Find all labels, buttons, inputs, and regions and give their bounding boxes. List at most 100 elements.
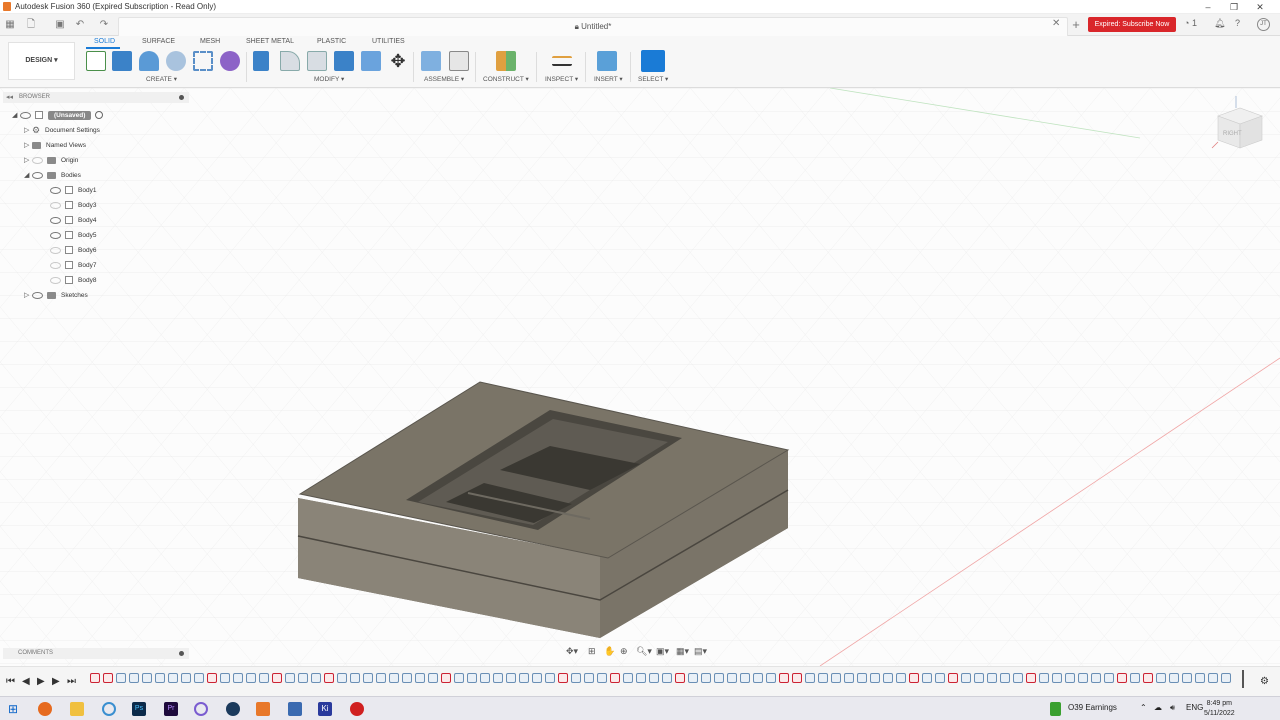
notifications-bell-icon[interactable]: 🔔︎ <box>1214 18 1225 29</box>
timeline-feature-icon[interactable] <box>259 673 269 683</box>
firefox-icon[interactable] <box>38 702 52 716</box>
timeline-marker[interactable] <box>1242 670 1244 688</box>
timeline-feature-icon[interactable] <box>324 673 334 683</box>
browser-item-sketches[interactable]: ▷ Sketches <box>24 288 88 302</box>
timeline-feature-icon[interactable] <box>909 673 919 683</box>
select-menu[interactable]: SELECT ▾ <box>638 75 668 83</box>
create-sketch-icon[interactable] <box>86 51 106 71</box>
timeline-feature-icon[interactable] <box>558 673 568 683</box>
app-grid-icon[interactable]: ▦ <box>3 18 17 32</box>
timeline-feature-icon[interactable] <box>701 673 711 683</box>
timeline-feature-icon[interactable] <box>714 673 724 683</box>
step-forward-icon[interactable]: ▶ <box>52 676 60 687</box>
browser-item-body6[interactable]: Body6 <box>50 243 96 257</box>
construct-menu[interactable]: CONSTRUCT ▾ <box>483 75 529 83</box>
browser-item-body1[interactable]: Body1 <box>50 183 96 197</box>
timeline-feature-icon[interactable] <box>896 673 906 683</box>
add-comment-icon[interactable] <box>179 651 184 656</box>
timeline-feature-icon[interactable] <box>168 673 178 683</box>
timeline-feature-icon[interactable] <box>935 673 945 683</box>
document-tab[interactable]: 🔒︎ Untitled* <box>118 17 1068 36</box>
timeline-feature-icon[interactable] <box>233 673 243 683</box>
file-explorer-icon[interactable] <box>70 702 84 716</box>
timeline-feature-icon[interactable] <box>1000 673 1010 683</box>
timeline-feature-icon[interactable] <box>766 673 776 683</box>
timeline-feature-icon[interactable] <box>376 673 386 683</box>
timeline-feature-icon[interactable] <box>1091 673 1101 683</box>
timeline-feature-icon[interactable] <box>1169 673 1179 683</box>
visibility-eye-icon[interactable] <box>32 291 43 299</box>
timeline-feature-icon[interactable] <box>467 673 477 683</box>
timeline-feature-icon[interactable] <box>649 673 659 683</box>
timeline-feature-icon[interactable] <box>454 673 464 683</box>
play-icon[interactable]: ▶ <box>37 676 45 687</box>
timeline-feature-icon[interactable] <box>480 673 490 683</box>
browser-item-body7[interactable]: Body7 <box>50 258 96 272</box>
timeline-features[interactable] <box>90 673 1242 685</box>
press-pull-icon[interactable] <box>253 51 269 71</box>
help-icon[interactable]: ? <box>1235 18 1240 28</box>
timeline-feature-icon[interactable] <box>1208 673 1218 683</box>
comments-panel[interactable]: COMMENTS <box>3 648 189 659</box>
timeline-feature-icon[interactable] <box>597 673 607 683</box>
timeline-feature-icon[interactable] <box>415 673 425 683</box>
split-body-icon[interactable] <box>361 51 381 71</box>
visibility-eye-icon[interactable] <box>20 111 31 119</box>
visibility-eye-icon[interactable] <box>50 261 61 269</box>
windows-start-icon[interactable]: ⊞ <box>8 702 22 716</box>
timeline-feature-icon[interactable] <box>363 673 373 683</box>
expand-triangle-icon[interactable]: ▷ <box>24 291 32 299</box>
tab-plastic[interactable]: PLASTIC <box>317 38 346 45</box>
timeline-feature-icon[interactable] <box>311 673 321 683</box>
step-back-icon[interactable]: ◀ <box>22 676 30 687</box>
zoom-icon[interactable]: ⊕ <box>620 646 628 657</box>
pan-icon[interactable]: ✋ <box>604 646 615 657</box>
timeline-feature-icon[interactable] <box>675 673 685 683</box>
onedrive-icon[interactable]: ☁ <box>1154 703 1162 712</box>
photoshop-icon[interactable]: Ps <box>132 702 146 716</box>
panel-options-icon[interactable] <box>179 95 184 100</box>
measure-icon[interactable] <box>552 56 572 66</box>
tray-expand-icon[interactable]: ⌃ <box>1140 703 1147 712</box>
visibility-eye-icon[interactable] <box>32 171 43 179</box>
timeline-feature-icon[interactable] <box>1065 673 1075 683</box>
timeline-feature-icon[interactable] <box>90 673 100 683</box>
timeline-feature-icon[interactable] <box>103 673 113 683</box>
visibility-eye-icon[interactable] <box>50 186 61 194</box>
stocks-widget-text[interactable]: O39 Earnings <box>1068 703 1117 712</box>
premiere-icon[interactable]: Pr <box>164 702 178 716</box>
close-window-button[interactable]: ✕ <box>1248 0 1272 14</box>
timeline-feature-icon[interactable] <box>779 673 789 683</box>
tab-utilities[interactable]: UTILITIES <box>372 38 405 45</box>
collapse-triangle-icon[interactable]: ◢ <box>12 111 20 119</box>
fusion-icon[interactable] <box>102 702 116 716</box>
workspace-switcher[interactable]: DESIGN ▾ <box>8 42 75 80</box>
timeline-feature-icon[interactable] <box>1221 673 1231 683</box>
steam-icon[interactable] <box>226 702 240 716</box>
tab-surface[interactable]: SURFACE <box>142 38 175 45</box>
select-cursor-icon[interactable] <box>641 50 665 72</box>
display-settings-icon[interactable]: ▣▾ <box>656 646 669 657</box>
tab-sheet-metal[interactable]: SHEET METAL <box>246 38 294 45</box>
hole-icon[interactable] <box>166 51 186 71</box>
discord-icon[interactable] <box>194 702 208 716</box>
timeline-feature-icon[interactable] <box>1104 673 1114 683</box>
timeline-feature-icon[interactable] <box>285 673 295 683</box>
timeline-feature-icon[interactable] <box>220 673 230 683</box>
go-to-end-icon[interactable]: ⏭ <box>67 676 76 687</box>
system-clock[interactable]: 8:49 pm 5/11/2022 <box>1204 699 1235 719</box>
timeline-feature-icon[interactable] <box>831 673 841 683</box>
fillet-icon[interactable] <box>280 51 300 71</box>
timeline-feature-icon[interactable] <box>493 673 503 683</box>
timeline-feature-icon[interactable] <box>1026 673 1036 683</box>
timeline-feature-icon[interactable] <box>545 673 555 683</box>
timeline-feature-icon[interactable] <box>987 673 997 683</box>
timeline-feature-icon[interactable] <box>428 673 438 683</box>
timeline-feature-icon[interactable] <box>727 673 737 683</box>
collapse-triangle-icon[interactable]: ◢ <box>24 171 32 179</box>
timeline-feature-icon[interactable] <box>389 673 399 683</box>
close-tab-icon[interactable]: ✕ <box>1052 18 1062 29</box>
user-avatar[interactable]: JT <box>1257 18 1270 31</box>
combine-icon[interactable] <box>334 51 354 71</box>
timeline-feature-icon[interactable] <box>532 673 542 683</box>
